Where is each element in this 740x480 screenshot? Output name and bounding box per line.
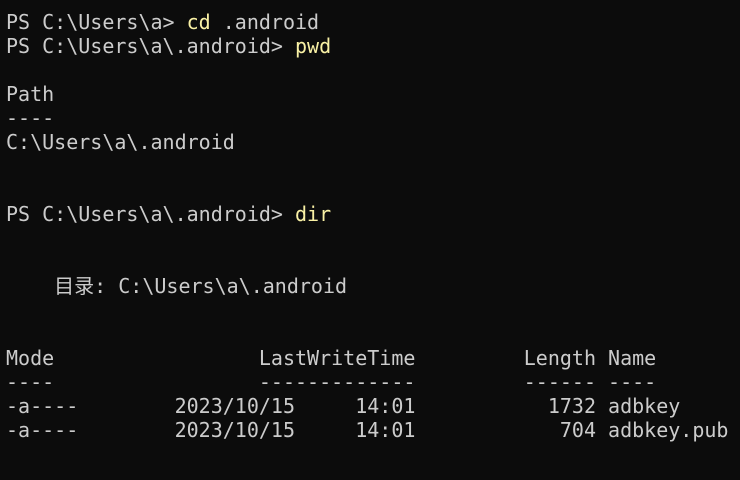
prompt: PS C:\Users\a\.android> xyxy=(6,202,295,226)
prompt-line-dir: PS C:\Users\a\.android> dir xyxy=(6,202,740,226)
table-header: Mode LastWriteTime Length Name xyxy=(6,346,657,370)
command-dir: dir xyxy=(294,202,332,226)
terminal-window[interactable]: PS C:\Users\a> cd .android PS C:\Users\a… xyxy=(0,0,740,480)
output-path-value: C:\Users\a\.android xyxy=(6,130,235,154)
output-path-header: Path xyxy=(6,82,55,106)
prompt: PS C:\Users\a\.android> xyxy=(6,34,295,58)
command-arg: .android xyxy=(210,10,320,34)
table-rule: ---- ------------- ------ ---- xyxy=(6,370,657,394)
table-row: -a---- 2023/10/15 14:01 704 adbkey.pub xyxy=(6,418,729,442)
prompt-line-pwd: PS C:\Users\a\.android> pwd xyxy=(6,34,740,58)
prompt: PS C:\Users\a> xyxy=(6,10,187,34)
output-path-rule: ---- xyxy=(6,106,55,130)
command-pwd: pwd xyxy=(294,34,332,58)
directory-label: 目录: C:\Users\a\.android xyxy=(6,274,348,298)
table-row: -a---- 2023/10/15 14:01 1732 adbkey xyxy=(6,394,681,418)
command-cd: cd xyxy=(186,10,211,34)
prompt-line-cd: PS C:\Users\a> cd .android xyxy=(6,10,740,34)
